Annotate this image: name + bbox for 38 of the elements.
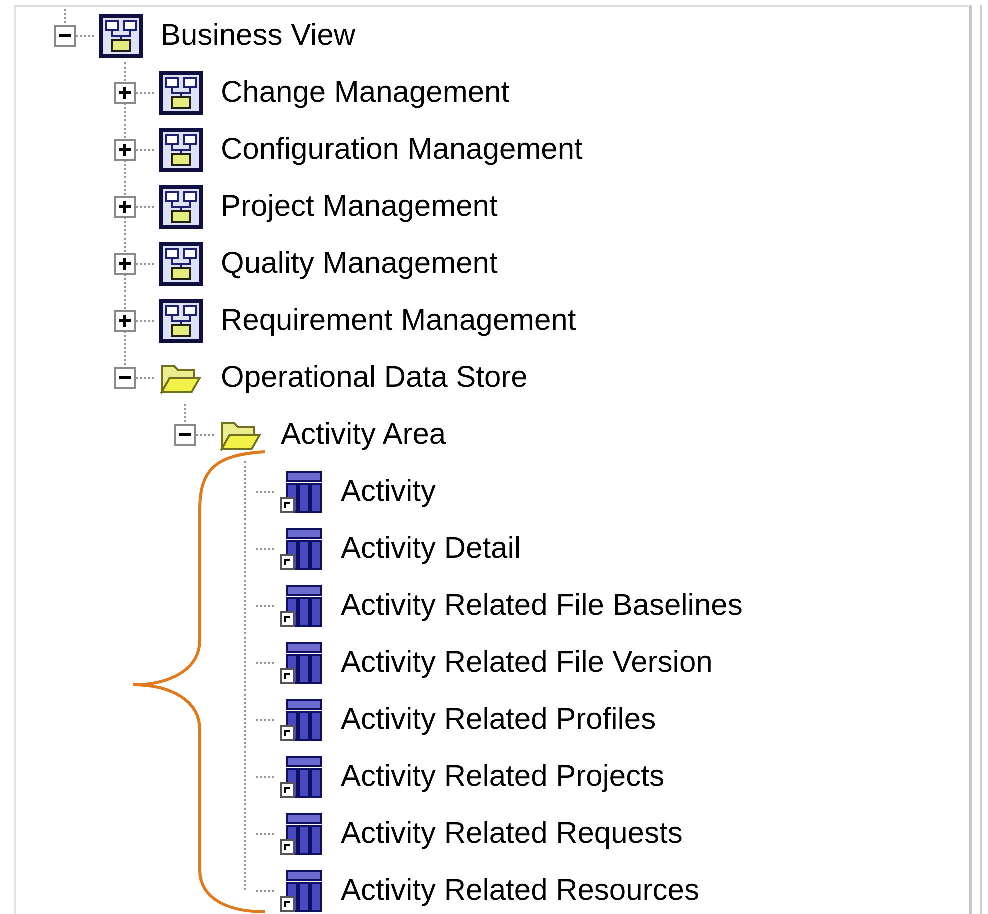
tree-item[interactable]: Project Management — [221, 188, 498, 224]
tree-toggle[interactable] — [114, 82, 136, 104]
tree-toggle[interactable] — [114, 196, 136, 218]
tree-item[interactable]: Change Management — [221, 74, 510, 110]
diagram-icon — [99, 14, 143, 58]
tree-item[interactable]: Requirement Management — [221, 302, 576, 338]
table-icon — [279, 640, 323, 684]
tree-item[interactable]: Configuration Management — [221, 132, 583, 168]
tree-item[interactable]: Quality Management — [221, 246, 498, 282]
tree-item[interactable]: Activity Related Profiles — [341, 702, 656, 738]
tree-item[interactable]: Activity Related Requests — [341, 816, 683, 852]
table-icon — [279, 754, 323, 798]
tree-item[interactable]: Business View — [161, 18, 356, 54]
tree-toggle[interactable] — [114, 252, 136, 274]
diagram-icon — [159, 298, 203, 342]
tree-toggle[interactable] — [174, 424, 196, 446]
tree-item[interactable]: Activity Detail — [341, 530, 522, 566]
table-icon — [279, 470, 323, 514]
tree-item[interactable]: Operational Data Store — [221, 360, 528, 396]
table-icon — [279, 526, 323, 570]
tree-item[interactable]: Activity — [341, 474, 436, 510]
tree-item[interactable]: Activity Area — [281, 416, 446, 452]
table-icon — [279, 868, 323, 912]
tree-toggle[interactable] — [114, 366, 136, 388]
tree-toggle[interactable] — [114, 310, 136, 332]
diagram-icon — [159, 242, 203, 286]
tree-item[interactable]: Activity Related File Version — [341, 644, 713, 680]
tree-item[interactable]: Activity Related Resources — [341, 872, 700, 908]
tree-item[interactable]: Activity Related File Baselines — [341, 588, 743, 624]
diagram-icon — [159, 70, 203, 114]
table-icon — [279, 812, 323, 856]
diagram-icon — [159, 128, 203, 172]
diagram-icon — [159, 184, 203, 228]
tree-toggle[interactable] — [114, 138, 136, 160]
tree-item[interactable]: Activity Related Projects — [341, 758, 664, 794]
tree-toggle[interactable] — [54, 24, 76, 46]
table-icon — [279, 584, 323, 628]
table-icon — [279, 698, 323, 742]
